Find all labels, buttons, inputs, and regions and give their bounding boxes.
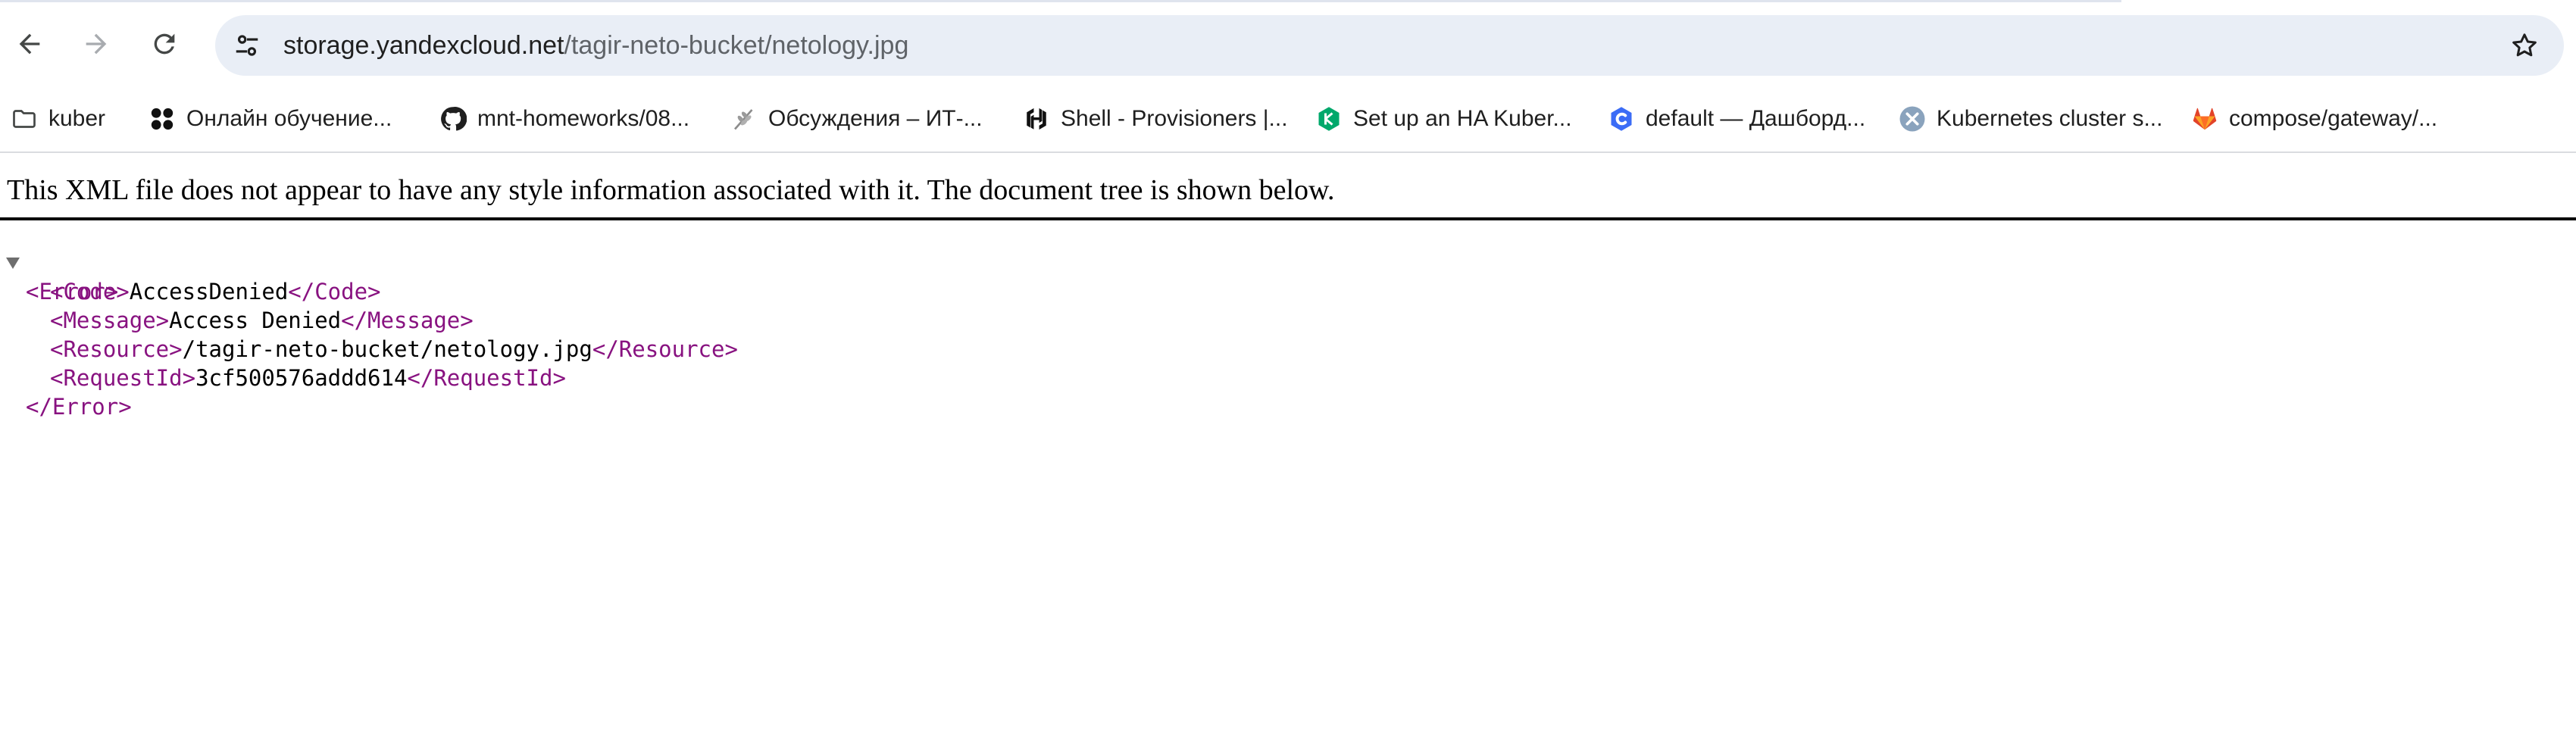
xml-root-close-line: </Error>: [26, 392, 132, 421]
xml-element-line: <RequestId>3cf500576addd614</RequestId>: [50, 364, 566, 392]
xml-text: Access Denied: [169, 308, 342, 333]
bookmark-item[interactable]: default — Дашборд...: [1608, 94, 1865, 144]
green-hexagon-icon: [1315, 105, 1343, 133]
tab-strip-accent: [0, 0, 2121, 2]
xml-element-line: <Resource>/tagir-neto-bucket/netology.jp…: [50, 335, 738, 364]
gitlab-icon: [2191, 105, 2218, 133]
arrow-left-icon: [19, 33, 40, 55]
site-info-button[interactable]: [223, 21, 271, 70]
bookmark-item[interactable]: compose/gateway/...: [2191, 94, 2437, 144]
wheat-icon: [730, 105, 758, 133]
xml-root-open-line: <Error>: [0, 248, 118, 304]
four-dots-logo-icon: [148, 105, 176, 133]
url-text[interactable]: storage.yandexcloud.net/tagir-neto-bucke…: [283, 15, 908, 76]
bookmark-item[interactable]: Онлайн обучение...: [148, 94, 392, 144]
forward-button[interactable]: [70, 17, 123, 70]
bookmark-label: Set up an HA Kuber...: [1353, 106, 1572, 131]
xml-tag: </Resource>: [592, 336, 738, 362]
notice-divider: [0, 217, 2576, 220]
back-button[interactable]: [3, 17, 56, 70]
xml-element-line: <Message>Access Denied</Message>: [50, 306, 474, 335]
xml-tag: </Message>: [341, 308, 474, 333]
bookmark-item[interactable]: Shell - Provisioners |...: [1023, 94, 1288, 144]
url-path: /tagir-neto-bucket/netology.jpg: [564, 31, 909, 60]
xml-tag: </Code>: [288, 279, 381, 304]
arrow-right-icon: [86, 33, 107, 55]
bookmark-item[interactable]: Обсуждения – ИТ-...: [730, 94, 983, 144]
xml-tree: <Error> <Code>AccessDenied</Code> <Messa…: [0, 248, 738, 594]
xml-tag: <Resource>: [50, 336, 183, 362]
url-host: storage.yandexcloud.net: [283, 31, 564, 60]
blue-c-logo-icon: [1608, 105, 1635, 133]
bookmark-label: kuber: [48, 106, 106, 131]
rancher-wrench-icon: [1899, 105, 1926, 133]
bookmark-label: mnt-homeworks/08...: [477, 106, 690, 131]
bookmark-label: default — Дашборд...: [1646, 106, 1866, 131]
bookmark-item[interactable]: Set up an HA Kuber...: [1315, 94, 1572, 144]
bookmark-label: compose/gateway/...: [2229, 106, 2438, 131]
collapse-triangle-icon[interactable]: [6, 258, 20, 269]
address-bar[interactable]: storage.yandexcloud.net/tagir-neto-bucke…: [215, 15, 2564, 76]
browser-toolbar: storage.yandexcloud.net/tagir-neto-bucke…: [0, 0, 2576, 89]
bookmark-star-button[interactable]: [2500, 21, 2549, 70]
reload-button[interactable]: [138, 17, 191, 70]
bookmark-label: Обсуждения – ИТ-...: [768, 106, 983, 131]
bookmark-folder-kuber[interactable]: kuber: [11, 94, 105, 144]
tune-icon: [236, 35, 258, 56]
github-icon: [439, 105, 467, 133]
bookmark-item[interactable]: Kubernetes cluster s...: [1899, 94, 2162, 144]
hashicorp-icon: [1023, 105, 1050, 133]
bookmark-item[interactable]: mnt-homeworks/08...: [439, 94, 689, 144]
xml-tag: <Message>: [50, 308, 170, 333]
xml-text: AccessDenied: [129, 279, 289, 304]
xml-style-notice: This XML file does not appear to have an…: [7, 174, 1335, 206]
reload-icon: [154, 33, 175, 55]
star-icon: [2512, 33, 2537, 57]
xml-element-line: <Code>AccessDenied</Code>: [50, 277, 381, 306]
folder-icon: [11, 105, 38, 133]
bookmarks-bar: kuber Онлайн обучение... mnt-homeworks/0…: [0, 89, 2576, 153]
xml-tag: </RequestId>: [407, 365, 566, 391]
xml-text: /tagir-neto-bucket/netology.jpg: [182, 336, 592, 362]
xml-tag: </Error>: [26, 394, 132, 420]
xml-tag: <Code>: [50, 279, 130, 304]
xml-tag: <RequestId>: [50, 365, 196, 391]
xml-text: 3cf500576addd614: [195, 365, 408, 391]
bookmark-label: Онлайн обучение...: [186, 106, 392, 131]
bookmark-label: Kubernetes cluster s...: [1937, 106, 2163, 131]
bookmark-label: Shell - Provisioners |...: [1061, 106, 1288, 131]
